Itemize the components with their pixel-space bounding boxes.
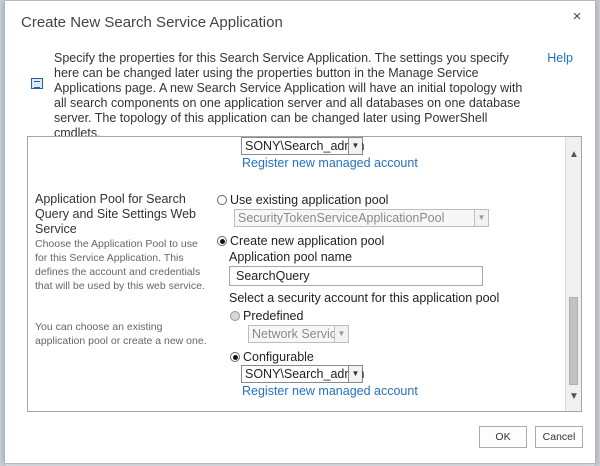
scroll-down-icon[interactable]: ▼	[566, 389, 581, 405]
chevron-down-icon: ▼	[348, 138, 362, 154]
chevron-down-icon: ▼	[474, 210, 488, 226]
create-new-pool-option[interactable]: Create new application pool	[217, 234, 384, 248]
cancel-button[interactable]: Cancel	[535, 426, 583, 448]
configurable-label: Configurable	[243, 350, 314, 364]
existing-pool-value: SecurityTokenServiceApplicationPool	[238, 211, 445, 225]
dialog-title: Create New Search Service Application	[21, 14, 283, 31]
pool-name-label: Application pool name	[229, 250, 352, 264]
chevron-down-icon: ▼	[348, 366, 362, 382]
existing-pool-select[interactable]: SecurityTokenServiceApplicationPool ▼	[234, 209, 489, 227]
info-icon	[31, 78, 43, 89]
top-account-select[interactable]: SONY\Search_admin ▼	[241, 137, 365, 155]
predefined-option[interactable]: Predefined	[230, 309, 303, 323]
dialog-description: Specify the properties for this Search S…	[54, 51, 523, 140]
ok-button[interactable]: OK	[479, 426, 527, 448]
configurable-account-select[interactable]: SONY\Search_admin ▼	[241, 365, 365, 383]
use-existing-radio[interactable]	[217, 195, 227, 205]
use-existing-pool-option[interactable]: Use existing application pool	[217, 193, 388, 207]
create-new-radio[interactable]	[217, 236, 227, 246]
configurable-register-account-link[interactable]: Register new managed account	[242, 384, 418, 398]
security-account-label: Select a security account for this appli…	[229, 291, 500, 305]
app-pool-section-title: Application Pool for Search Query and Si…	[35, 192, 196, 236]
settings-panel: SONY\Search_admin ▼ Register new managed…	[27, 136, 582, 412]
scroll-thumb[interactable]	[569, 297, 578, 385]
top-register-account-link[interactable]: Register new managed account	[242, 156, 418, 170]
configurable-option[interactable]: Configurable	[230, 350, 314, 364]
pool-name-input[interactable]: SearchQuery	[229, 266, 483, 286]
help-link[interactable]: Help	[547, 51, 573, 65]
app-pool-section-desc: Choose the Application Pool to use for t…	[35, 238, 205, 292]
chevron-down-icon: ▼	[334, 326, 348, 342]
scroll-up-icon[interactable]: ▲	[566, 147, 581, 163]
predefined-radio[interactable]	[230, 311, 240, 321]
top-account-value: SONY\Search_admin	[245, 139, 365, 153]
configurable-radio[interactable]	[230, 352, 240, 362]
pool-name-value: SearchQuery	[236, 269, 310, 283]
predefined-account-value: Network Service	[252, 327, 343, 341]
predefined-label: Predefined	[243, 309, 304, 323]
configurable-account-value: SONY\Search_admin	[245, 367, 365, 381]
panel-scrollbar[interactable]: ▲ ▼	[565, 137, 581, 411]
app-pool-section-desc-2: You can choose an existing application p…	[35, 321, 207, 347]
use-existing-label: Use existing application pool	[230, 193, 389, 207]
dialog: Create New Search Service Application × …	[4, 0, 596, 464]
create-new-label: Create new application pool	[230, 234, 385, 248]
close-icon[interactable]: ×	[569, 9, 585, 25]
predefined-account-select[interactable]: Network Service ▼	[248, 325, 349, 343]
